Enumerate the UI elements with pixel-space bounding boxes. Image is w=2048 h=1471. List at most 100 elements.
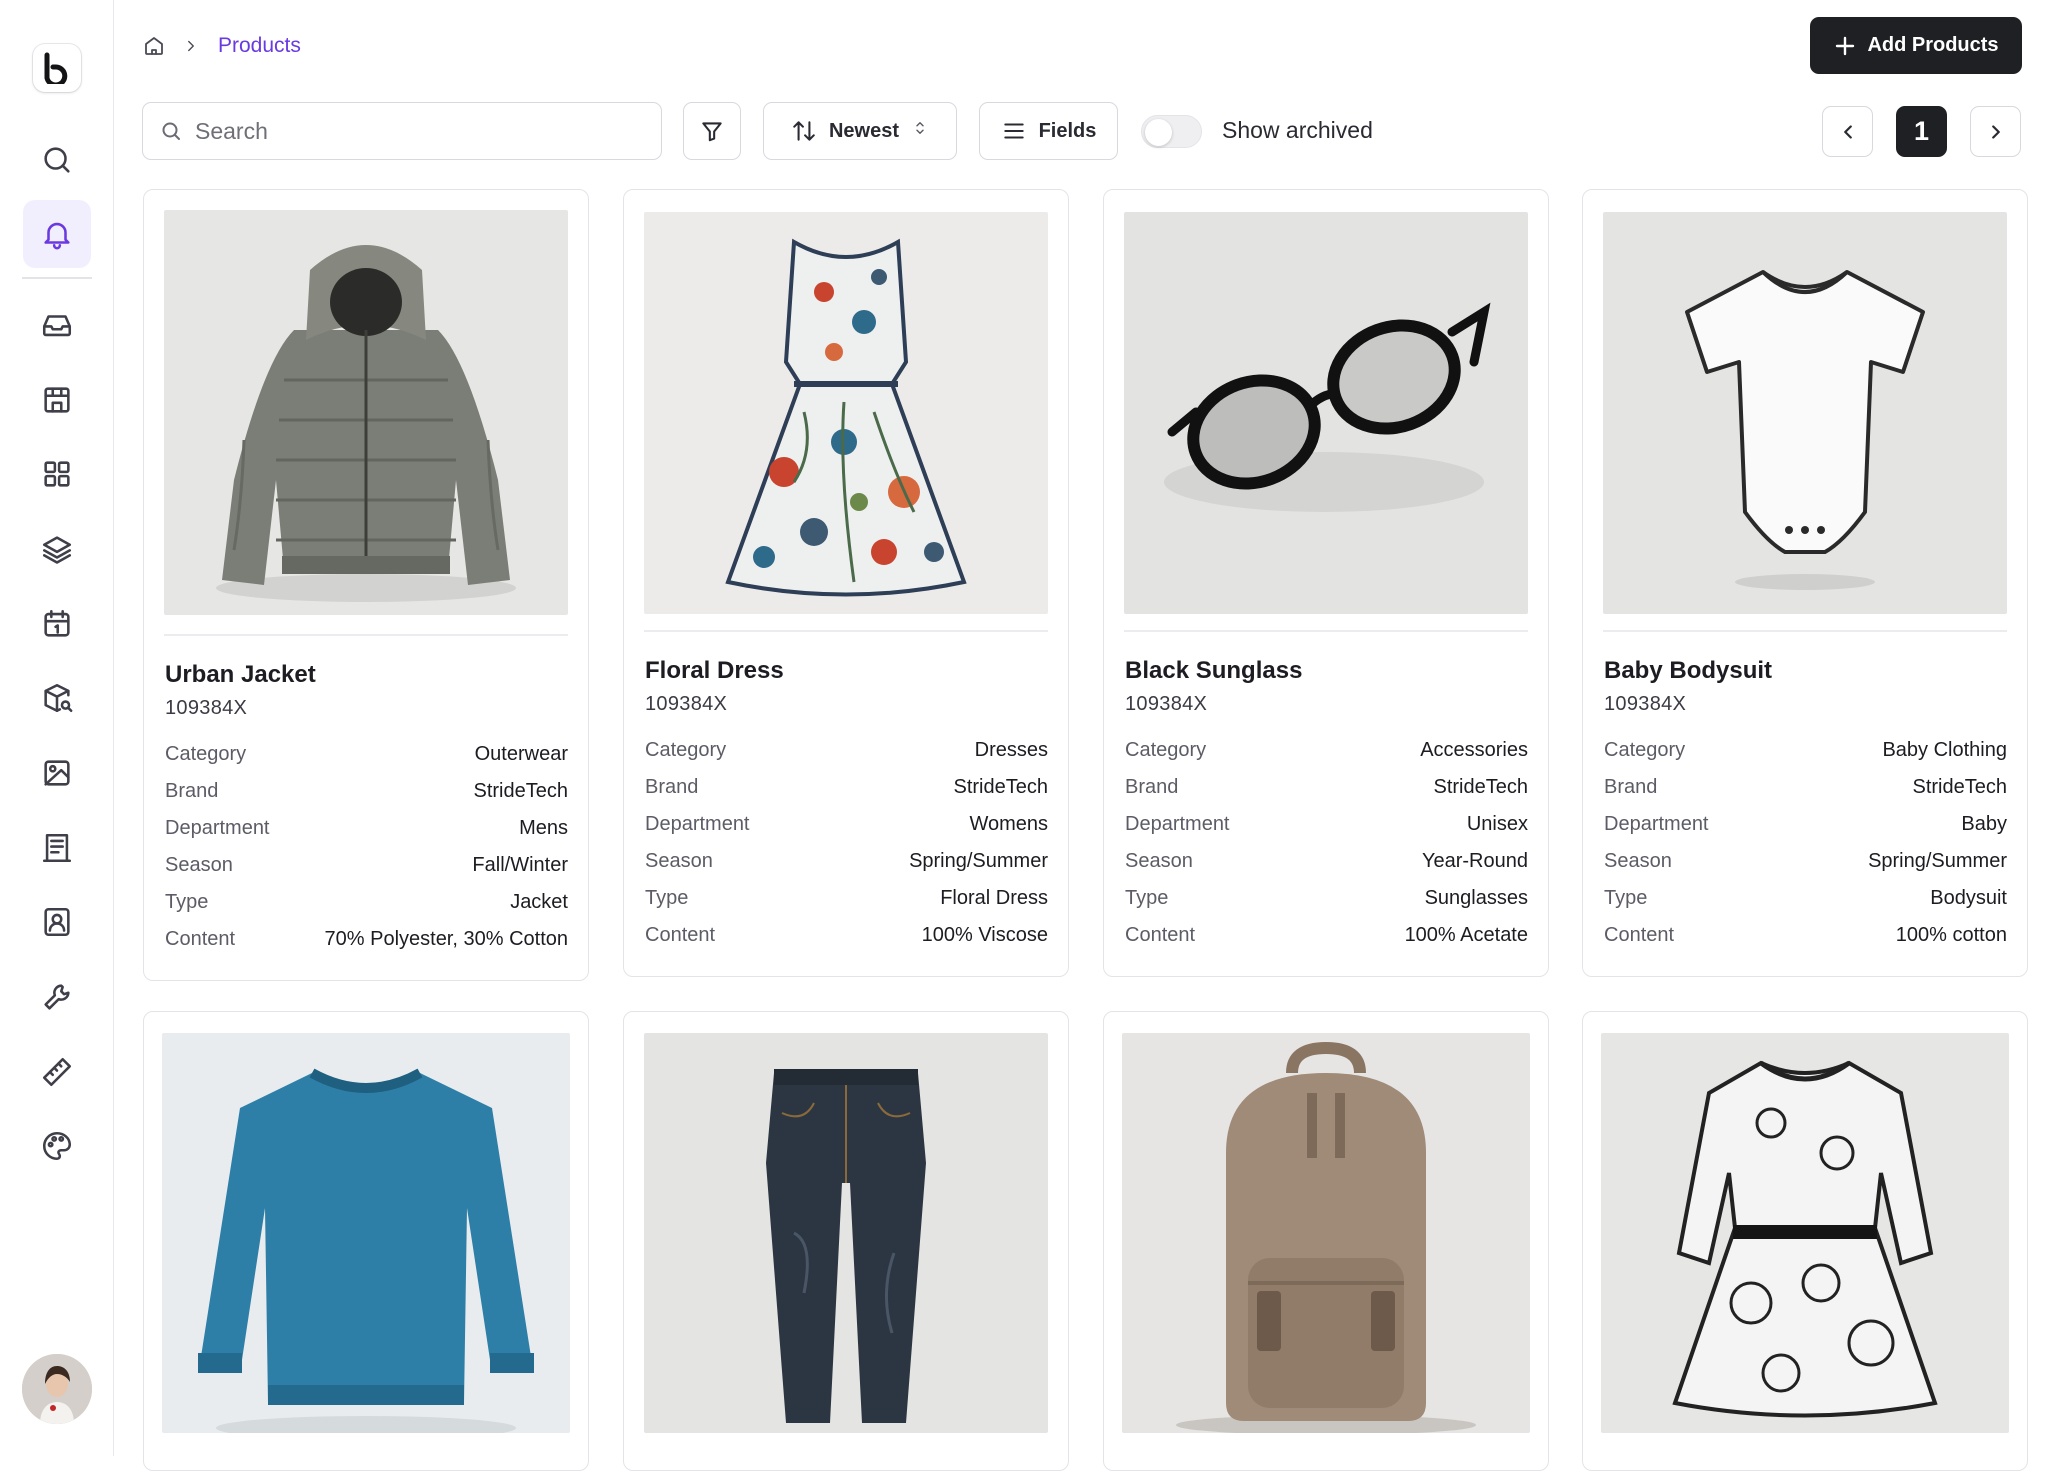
spec-value: Baby: [1961, 813, 2007, 835]
contact-icon: [44, 907, 70, 937]
spec-row-type: Type Jacket: [165, 891, 568, 928]
product-card[interactable]: [623, 1011, 1069, 1471]
filter-icon: [702, 122, 722, 142]
spec-label: Brand: [1604, 776, 1658, 798]
card-divider: [164, 634, 568, 636]
spec-label: Content: [1125, 924, 1196, 946]
palette-icon: [42, 1131, 72, 1161]
sidebar-item-measurements[interactable]: [23, 1038, 91, 1106]
spec-label: Season: [1604, 850, 1672, 872]
sort-select[interactable]: Newest: [763, 102, 957, 160]
spec-label: Type: [645, 887, 689, 909]
spec-value: Sunglasses: [1424, 887, 1528, 909]
spec-value: 100% Acetate: [1404, 924, 1528, 946]
product-sku: 109384X: [645, 693, 728, 715]
product-card[interactable]: [1582, 1011, 2028, 1471]
sidebar-item-layers[interactable]: [23, 515, 91, 583]
spec-value: 100% cotton: [1895, 924, 2007, 946]
spec-row-type: Type Sunglasses: [1125, 887, 1528, 924]
spec-row-brand: Brand StrideTech: [1125, 776, 1528, 813]
product-image-blue-sweater: [162, 1033, 570, 1433]
home-icon[interactable]: [142, 34, 166, 58]
sidebar: [0, 0, 114, 1456]
sidebar-item-notifications[interactable]: [23, 200, 91, 268]
search-box: [142, 102, 662, 160]
filter-button[interactable]: [683, 102, 741, 160]
chevron-right-icon: [1991, 124, 2000, 139]
package-search-icon: [44, 683, 73, 713]
product-image-puffer-jacket: [164, 210, 568, 615]
spec-row-category: Category Outerwear: [165, 743, 568, 780]
product-name: Baby Bodysuit: [1604, 657, 1773, 684]
spec-label: Type: [165, 891, 209, 913]
sidebar-item-reports[interactable]: [23, 814, 91, 882]
add-products-button[interactable]: Add Products: [1810, 17, 2022, 74]
spec-label: Brand: [1125, 776, 1179, 798]
menu-lines-icon: [1003, 123, 1024, 139]
page-number-button[interactable]: 1: [1896, 106, 1947, 157]
spec-label: Content: [645, 924, 716, 946]
spec-row-department: Department Womens: [645, 813, 1048, 850]
fields-button[interactable]: Fields: [979, 102, 1118, 160]
layers-icon: [42, 536, 72, 564]
spec-label: Department: [1125, 813, 1230, 835]
sidebar-item-package-search[interactable]: [23, 664, 91, 732]
card-divider: [1603, 630, 2007, 632]
sort-arrows-icon: [793, 121, 815, 141]
chevron-left-icon: [1843, 124, 1852, 139]
spec-row-brand: Brand StrideTech: [1604, 776, 2007, 813]
bell-icon: [44, 222, 70, 250]
spec-label: Season: [1125, 850, 1193, 872]
product-image-floral-sketch-dress: [1601, 1033, 2009, 1433]
show-archived-toggle[interactable]: [1141, 115, 1202, 148]
spec-row-season: Season Fall/Winter: [165, 854, 568, 891]
spec-row-content: Content 100% cotton: [1604, 924, 2007, 961]
breadcrumb-current[interactable]: Products: [218, 34, 301, 58]
product-specs: Category Dresses Brand StrideTech Departme…: [645, 739, 1048, 961]
sidebar-item-dashboard[interactable]: [23, 440, 91, 508]
user-avatar[interactable]: [22, 1354, 92, 1424]
sidebar-item-calendar[interactable]: [23, 590, 91, 658]
next-page-button[interactable]: [1970, 106, 2021, 157]
spec-value: Spring/Summer: [909, 850, 1048, 872]
search-input[interactable]: [195, 117, 635, 145]
spec-row-category: Category Dresses: [645, 739, 1048, 776]
product-card[interactable]: Baby Bodysuit 109384X Category Baby Cloth…: [1582, 189, 2028, 977]
sidebar-item-tools[interactable]: [23, 963, 91, 1031]
app-logo[interactable]: [33, 44, 81, 92]
ruler-icon: [42, 1057, 72, 1087]
spec-value: StrideTech: [1912, 776, 2008, 798]
spec-row-content: Content 100% Acetate: [1125, 924, 1528, 961]
spec-label: Category: [1604, 739, 1686, 761]
sidebar-item-store[interactable]: [23, 366, 91, 434]
product-card[interactable]: [1103, 1011, 1549, 1471]
sidebar-item-inbox[interactable]: [23, 291, 91, 359]
sidebar-item-contacts[interactable]: [23, 888, 91, 956]
spec-row-department: Department Baby: [1604, 813, 2007, 850]
wrench-icon: [44, 984, 70, 1010]
spec-row-category: Category Baby Clothing: [1604, 739, 2007, 776]
spec-row-department: Department Unisex: [1125, 813, 1528, 850]
prev-page-button[interactable]: [1822, 106, 1873, 157]
product-name: Black Sunglass: [1125, 657, 1303, 684]
spec-label: Season: [645, 850, 713, 872]
product-card[interactable]: Floral Dress 109384X Category Dresses Bra…: [623, 189, 1069, 977]
spec-label: Brand: [165, 780, 219, 802]
calendar-icon: [44, 609, 70, 637]
search-icon: [162, 122, 180, 140]
spec-value: Bodysuit: [1930, 887, 2007, 909]
sidebar-item-media[interactable]: [23, 739, 91, 807]
spec-row-brand: Brand StrideTech: [645, 776, 1048, 813]
spec-value: Spring/Summer: [1868, 850, 2007, 872]
receipt-icon: [42, 833, 72, 863]
product-image-floral-dress: [644, 212, 1048, 614]
product-card[interactable]: [143, 1011, 589, 1471]
spec-label: Season: [165, 854, 233, 876]
product-card[interactable]: Black Sunglass 109384X Category Accessori…: [1103, 189, 1549, 977]
sort-label: Newest: [828, 119, 900, 142]
sidebar-item-themes[interactable]: [23, 1112, 91, 1180]
product-card[interactable]: Urban Jacket 109384X Category Outerwear B…: [143, 189, 589, 981]
spec-value: Mens: [519, 817, 568, 839]
sidebar-item-search[interactable]: [23, 126, 91, 194]
spec-value: Year-Round: [1421, 850, 1528, 872]
